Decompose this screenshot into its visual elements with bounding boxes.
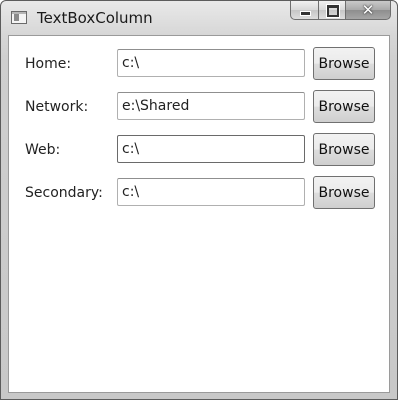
- close-icon: ✕: [361, 1, 375, 19]
- caption-buttons: ✕: [290, 1, 391, 21]
- row-network: Network: Browse: [9, 90, 389, 123]
- network-path-input[interactable]: [117, 92, 305, 120]
- maximize-icon: [326, 4, 340, 18]
- web-browse-button[interactable]: Browse: [313, 133, 375, 166]
- network-label: Network:: [25, 99, 89, 115]
- maximize-button[interactable]: [318, 1, 345, 20]
- window-title: TextBoxColumn: [37, 9, 153, 27]
- secondary-browse-button[interactable]: Browse: [313, 176, 375, 209]
- web-label: Web:: [25, 142, 61, 158]
- home-browse-button[interactable]: Browse: [313, 47, 375, 80]
- home-label: Home:: [25, 56, 72, 72]
- client-area: Home: Browse Network: Browse Web: Browse…: [8, 35, 390, 393]
- secondary-path-input[interactable]: [117, 178, 305, 206]
- row-secondary: Secondary: Browse: [9, 176, 389, 209]
- row-web: Web: Browse: [9, 133, 389, 166]
- window-app-icon[interactable]: [11, 11, 27, 24]
- title-bar[interactable]: TextBoxColumn ✕: [1, 1, 397, 35]
- close-button[interactable]: ✕: [345, 1, 391, 20]
- minimize-icon: [300, 11, 311, 16]
- row-home: Home: Browse: [9, 47, 389, 80]
- secondary-label: Secondary:: [25, 185, 103, 201]
- web-path-input[interactable]: [117, 135, 305, 163]
- home-path-input[interactable]: [117, 49, 305, 77]
- app-window: TextBoxColumn ✕ Home: Browse Network: Br…: [0, 0, 398, 400]
- network-browse-button[interactable]: Browse: [313, 90, 375, 123]
- minimize-button[interactable]: [290, 1, 318, 20]
